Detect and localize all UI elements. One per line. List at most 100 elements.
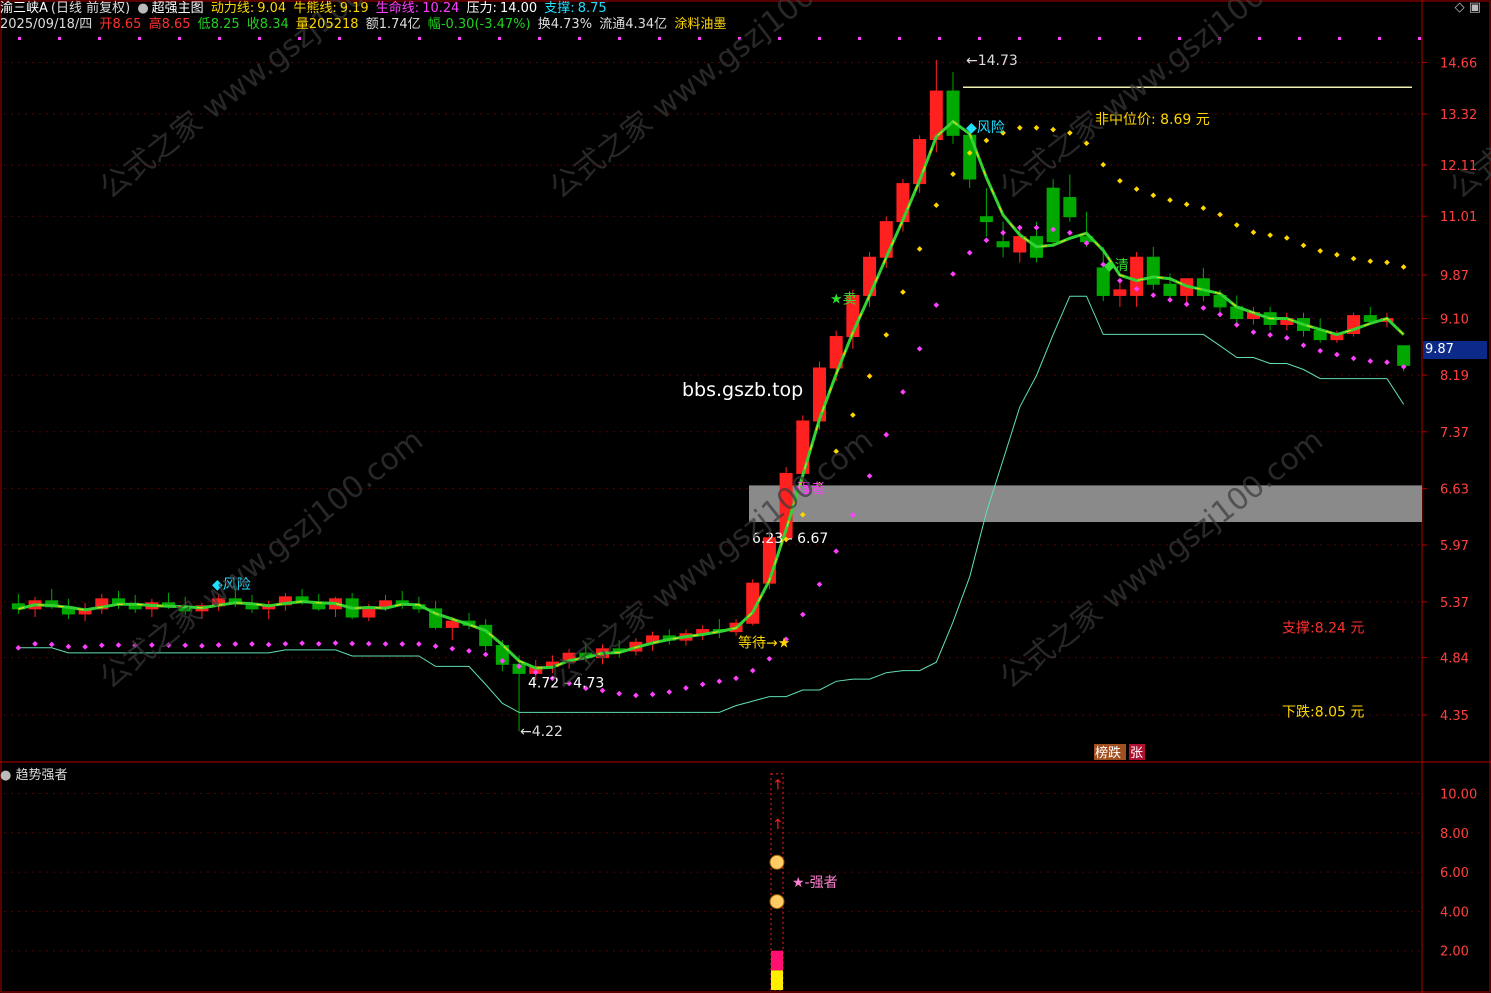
diamond-icon[interactable]: ◇ [1455, 0, 1465, 15]
sar-dot [65, 643, 72, 650]
sub-y-tick-label: 6.00 [1440, 866, 1469, 881]
sar-dot [733, 675, 739, 682]
yali-value: 14.00 [499, 1, 538, 16]
top-dot [1098, 37, 1101, 40]
candle-body [1046, 187, 1060, 243]
sar-dot [1367, 358, 1374, 364]
sub-indicator-header[interactable]: ● 趋势强者 [0, 764, 68, 783]
sar-dot [1016, 224, 1023, 231]
y-tick-label: 9.87 [1440, 269, 1469, 284]
top-dot [98, 37, 101, 40]
sar-dot [950, 271, 956, 277]
zhicheng-label: 支撑: [544, 1, 575, 16]
top-dot [658, 37, 661, 40]
sar-dot [699, 681, 706, 688]
y-tick-label: 9.10 [1440, 313, 1469, 328]
chart-annotation: bbs.gszb.top [682, 379, 803, 401]
stock-name[interactable]: 渝三峡A [0, 1, 48, 16]
sar-dot-upper [1283, 235, 1290, 241]
top-dot [1298, 37, 1301, 40]
indicator-toggle-icon[interactable]: ● [137, 1, 148, 16]
top-dot [138, 37, 141, 40]
sub-bar-top [771, 950, 783, 971]
sar-dot [1233, 322, 1240, 328]
sar-dot-upper [1350, 255, 1357, 262]
top-dot [178, 37, 181, 40]
watermark: 公式之家 www.gszj100.com [993, 423, 1329, 697]
corner-icons: ◇ ▣ [1455, 0, 1481, 15]
sar-dot-upper [916, 246, 923, 252]
sar-dot [282, 640, 289, 647]
indicator-name[interactable]: 超强主图 [152, 1, 204, 16]
top-dot [378, 37, 381, 40]
top-dot [1418, 37, 1421, 40]
sar-dot [1000, 229, 1006, 236]
top-dot [218, 37, 221, 40]
period-label[interactable]: (日线 前复权) [51, 1, 130, 16]
sar-dot [366, 640, 372, 647]
candle-body [896, 183, 910, 223]
sar-dot [249, 641, 255, 647]
top-dot [18, 37, 21, 40]
sar-dot-upper [866, 373, 873, 379]
candle-body [1146, 256, 1160, 285]
yali-label: 压力: [466, 1, 497, 16]
top-dot [58, 37, 61, 40]
chart-annotation: ←4.22 [520, 724, 563, 740]
y-tick-label: 6.63 [1440, 483, 1469, 498]
candle-body [879, 221, 893, 258]
open-value: 8.65 [112, 17, 142, 32]
sar-dot [1283, 334, 1290, 341]
sub-y-tick-label: 2.00 [1440, 945, 1469, 960]
sar-dot [1250, 329, 1257, 335]
sar-dot-upper [1233, 222, 1240, 228]
sar-dot-upper [1033, 124, 1040, 131]
low-value: 8.25 [210, 17, 240, 32]
up-arrow-icon: ↑ [772, 778, 784, 794]
sub-y-tick-label: 4.00 [1440, 905, 1469, 920]
header-row-2: 2025/09/18/四 开8.65 高8.65 低8.25 收8.34 量20… [0, 16, 729, 34]
top-dot [858, 37, 861, 40]
change-value: -0.30(-3.47%) [440, 17, 531, 32]
top-dot [818, 37, 821, 40]
sector-label[interactable]: 涂料油墨 [674, 17, 726, 32]
watermark: 公式之家 www.gszj100.com [543, 423, 879, 697]
niuxiong-label: 牛熊线: [293, 1, 337, 16]
chart-annotation: ←14.73 [966, 53, 1018, 69]
sar-dot [482, 651, 489, 658]
sar-dot [766, 655, 773, 662]
sar-dot-upper [1183, 201, 1190, 208]
sar-dot [633, 692, 639, 699]
chart-annotation: 等待→★ [738, 634, 790, 651]
candle-body [996, 241, 1010, 248]
sar-dot-upper [1367, 258, 1374, 265]
sar-dot-upper [850, 412, 856, 418]
main-chart: 14.6613.3212.1111.019.879.108.197.376.63… [0, 0, 1491, 993]
sub-toggle-icon[interactable]: ● [0, 768, 11, 783]
sar-dot [1300, 342, 1307, 349]
sar-dot [1117, 277, 1123, 284]
chart-annotation: 下跌:8.05 元 [1282, 704, 1364, 720]
top-dot [578, 37, 581, 40]
candle-body [979, 216, 993, 223]
float-value: 4.34亿 [625, 17, 668, 32]
sar-dot-upper [1300, 242, 1307, 249]
sar-dot [883, 431, 890, 438]
sar-dot [966, 249, 973, 256]
sar-dot-upper [983, 137, 990, 144]
candle-body [1397, 345, 1411, 366]
sar-dot [449, 645, 456, 652]
watermark: 公式之家 www.gszj100.com [93, 423, 429, 697]
sar-dot-upper [1133, 186, 1140, 192]
sar-dot-upper [1250, 229, 1257, 236]
chart-annotation: ◆风险 [966, 120, 1005, 136]
sar-dot [983, 237, 990, 244]
top-dot [898, 37, 901, 40]
top-dot [938, 37, 941, 40]
sar-dot [32, 640, 38, 647]
top-dot [1378, 37, 1381, 40]
candle-body [1063, 197, 1077, 218]
candle-body [1113, 289, 1127, 296]
sar-dot [1217, 311, 1223, 318]
window-icon[interactable]: ▣ [1469, 0, 1481, 15]
